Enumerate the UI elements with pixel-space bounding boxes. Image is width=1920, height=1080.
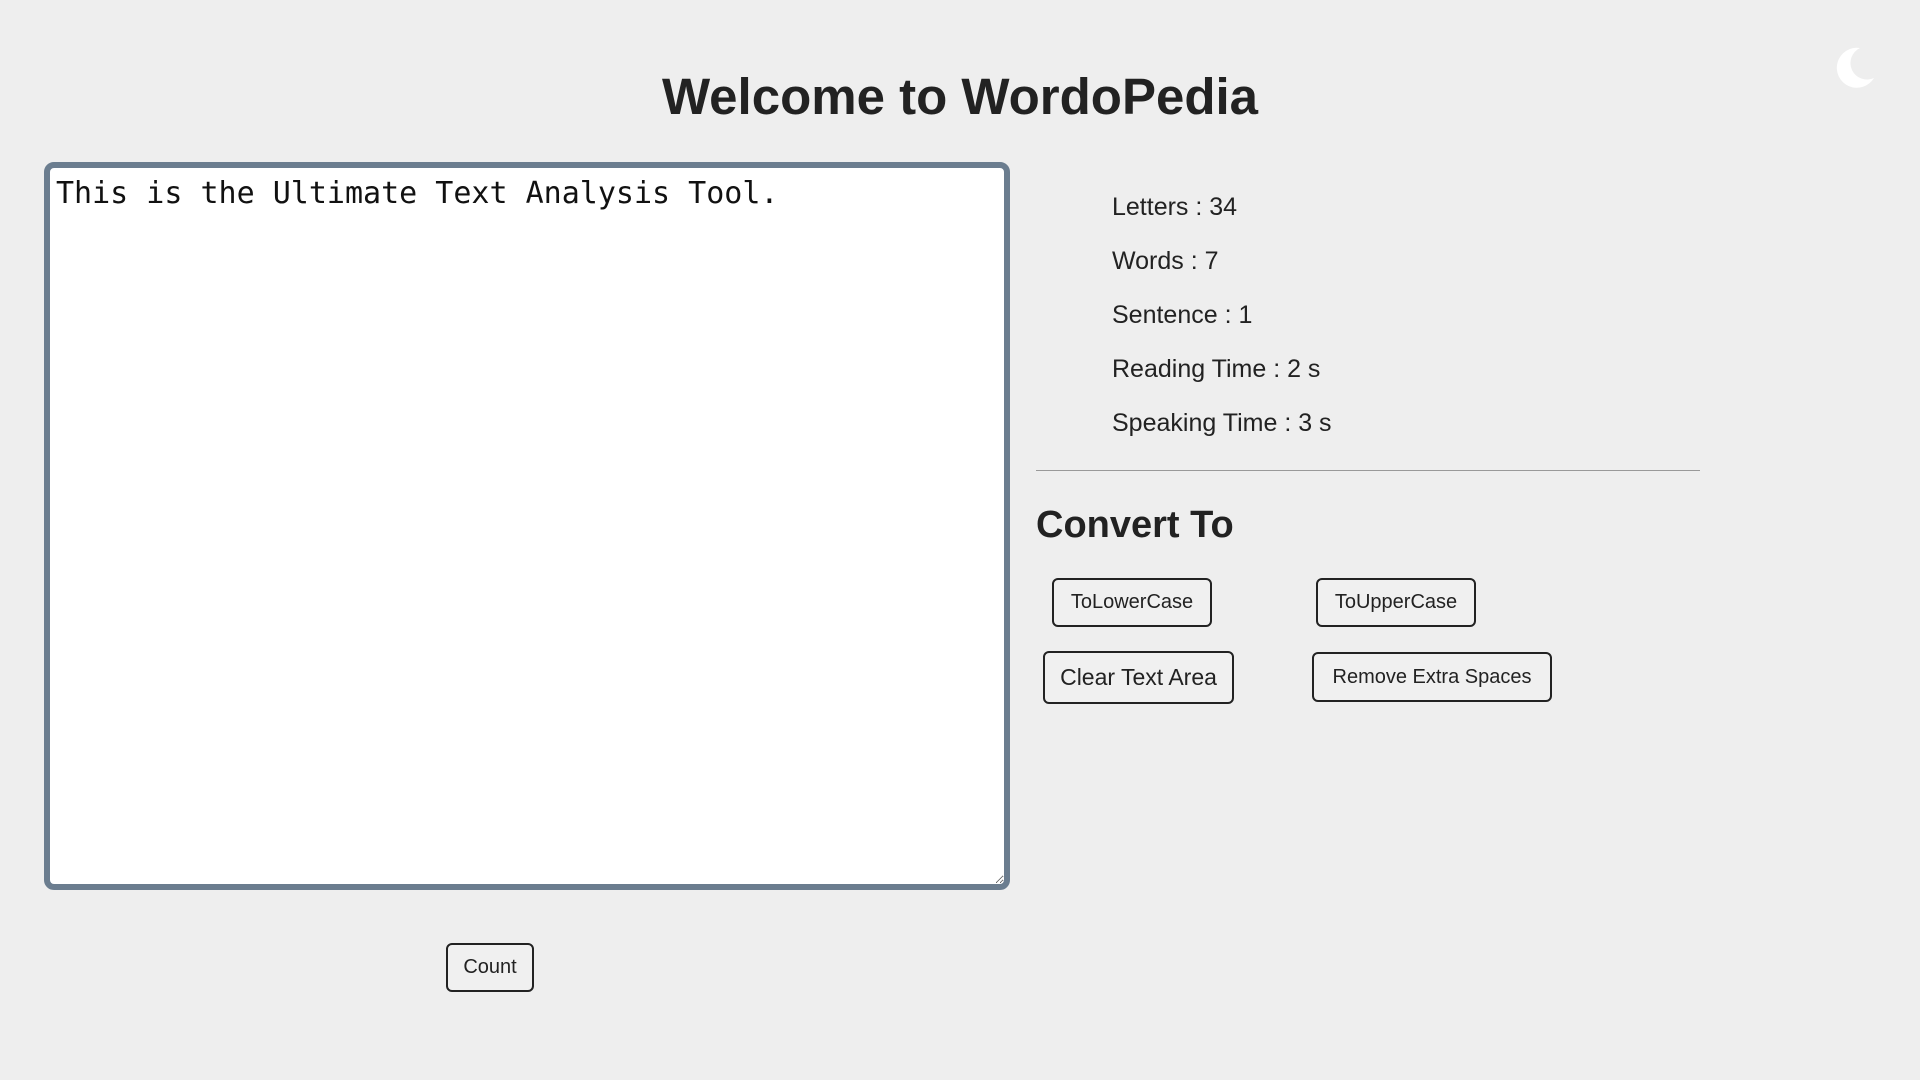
remove-extra-spaces-button[interactable]: Remove Extra Spaces xyxy=(1312,652,1552,702)
moon-icon xyxy=(1836,47,1874,88)
words-count: Words : 7 xyxy=(1112,247,1219,275)
to-lowercase-button[interactable]: ToLowerCase xyxy=(1052,578,1212,627)
clear-text-area-button[interactable]: Clear Text Area xyxy=(1043,651,1234,704)
page-title: Welcome to WordoPedia xyxy=(661,68,1259,125)
to-uppercase-button[interactable]: ToUpperCase xyxy=(1316,578,1476,627)
divider xyxy=(1036,470,1700,471)
count-button[interactable]: Count xyxy=(446,943,534,992)
page: Welcome to WordoPedia This is the Ultima… xyxy=(0,0,1920,1080)
reading-time: Reading Time : 2 s xyxy=(1112,355,1321,383)
text-input-area[interactable]: This is the Ultimate Text Analysis Tool. xyxy=(44,162,1010,890)
letters-count: Letters : 34 xyxy=(1112,193,1238,221)
sentence-count: Sentence : 1 xyxy=(1112,301,1253,329)
stats-panel: Letters : 34 Words : 7 Sentence : 1 Read… xyxy=(1112,180,1332,450)
theme-toggle-button[interactable] xyxy=(1830,44,1878,92)
speaking-time: Speaking Time : 3 s xyxy=(1112,409,1332,437)
convert-section-title: Convert To xyxy=(1036,504,1234,546)
